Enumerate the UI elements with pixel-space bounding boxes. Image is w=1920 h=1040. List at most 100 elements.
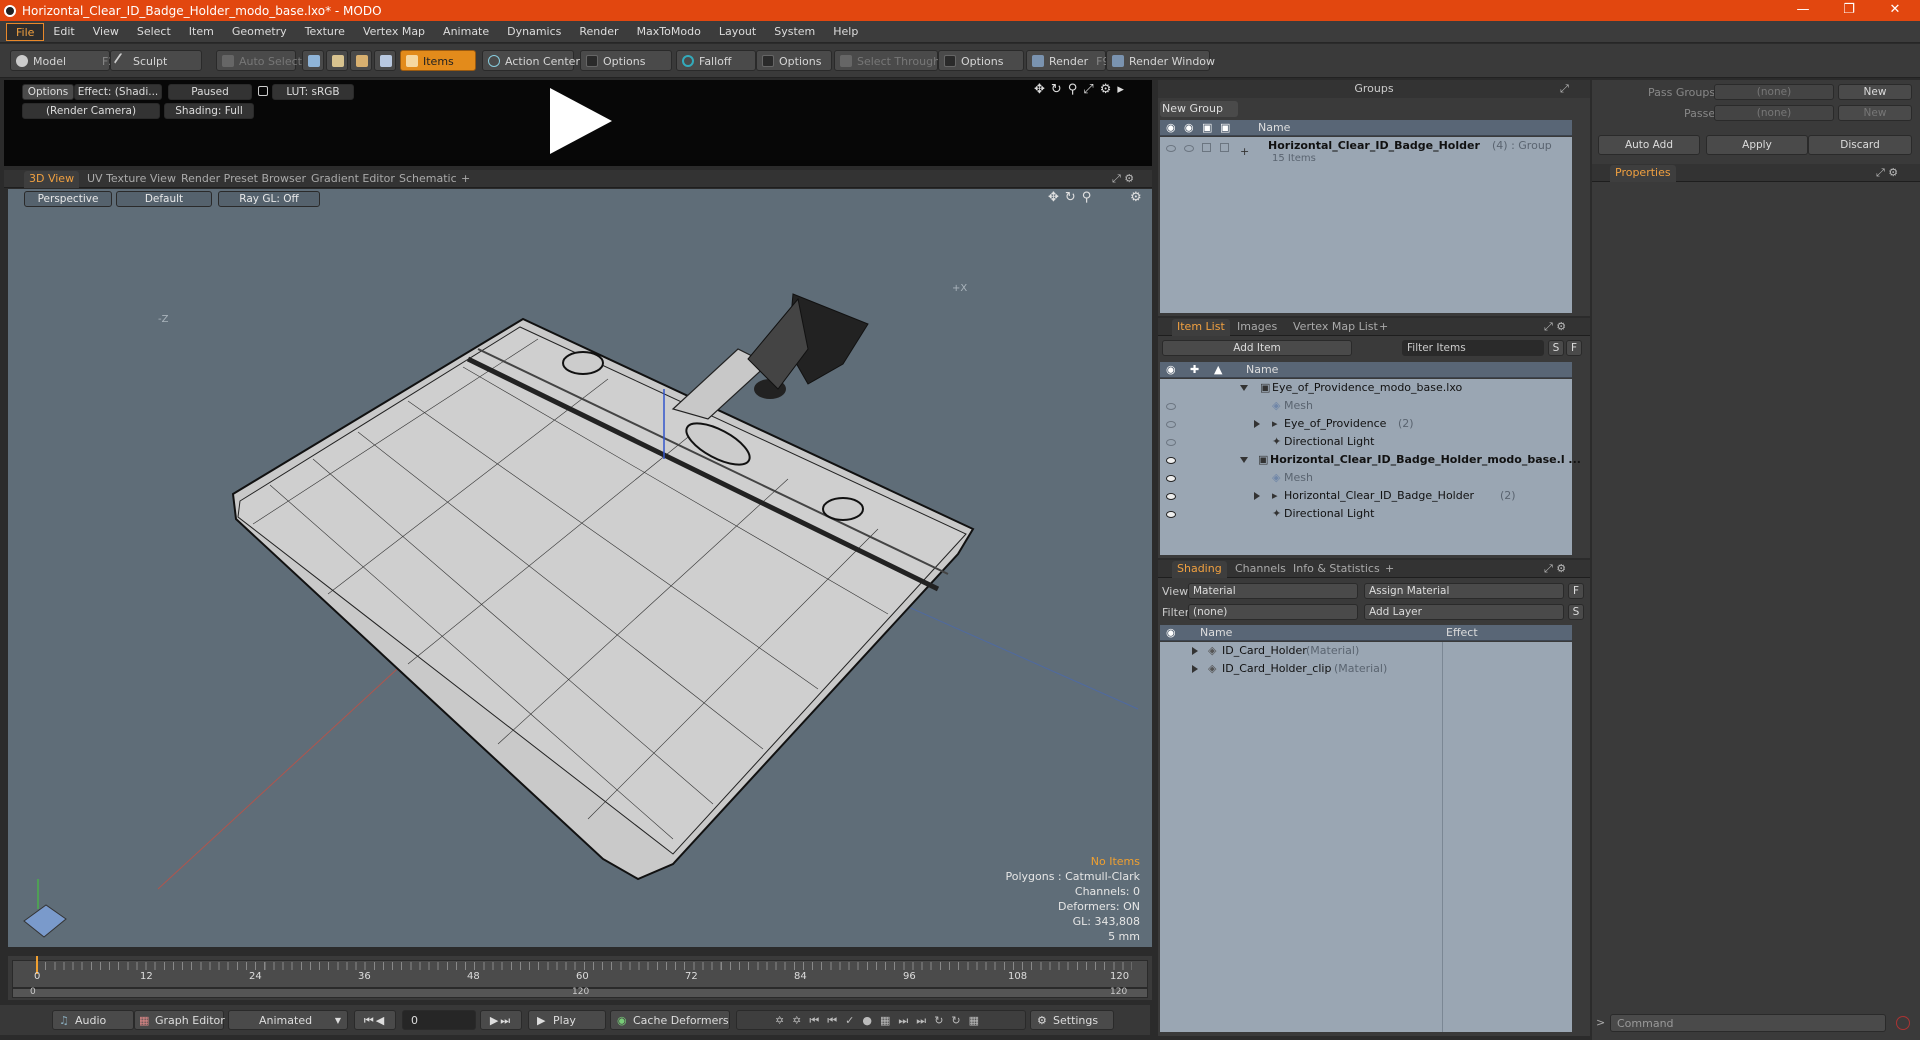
shading-dropdown[interactable]: Shading: Full — [164, 103, 254, 119]
menu-maxtomodo[interactable]: MaxToModo — [628, 23, 710, 41]
go-start-button[interactable]: ⏮◀ — [354, 1010, 396, 1030]
list-item[interactable]: ▣ Horizontal_Clear_ID_Badge_Holder_modo_… — [1160, 451, 1581, 469]
assign-material-button[interactable]: Assign Material — [1364, 583, 1564, 599]
select-vertices-button[interactable] — [302, 50, 324, 71]
visibility-eye-icon[interactable] — [1166, 457, 1176, 464]
discard-button[interactable]: Discard — [1808, 135, 1912, 155]
menu-geometry[interactable]: Geometry — [223, 23, 296, 41]
select-through-options-button[interactable]: Options — [938, 50, 1024, 71]
f-toggle-button[interactable]: F — [1566, 340, 1582, 356]
item-list-expand-icon[interactable]: ⤢ ⚙ — [1544, 320, 1566, 334]
shading-expand-icon[interactable]: ⤢ ⚙ — [1544, 562, 1566, 576]
add-tab-button[interactable]: + — [1374, 319, 1393, 336]
list-item[interactable]: ✦ Directional Light — [1160, 505, 1572, 523]
frame-input[interactable]: 0 — [402, 1010, 476, 1030]
visibility-eye-icon[interactable] — [1166, 511, 1176, 518]
render-window-button[interactable]: Render Window — [1106, 50, 1215, 71]
list-item[interactable]: ◈ Mesh — [1160, 397, 1572, 415]
play-icon[interactable] — [550, 88, 612, 154]
auto-select-button[interactable]: Auto Select — [216, 50, 302, 71]
render-camera-dropdown[interactable]: (Render Camera) — [22, 103, 160, 119]
menu-edit[interactable]: Edit — [44, 23, 83, 41]
new-pass-button[interactable]: New — [1838, 105, 1912, 121]
add-tab-button[interactable]: + — [1380, 561, 1399, 578]
group-row[interactable]: + Horizontal_Clear_ID_Badge_Holder (4) :… — [1160, 137, 1572, 167]
visibility-eye-icon[interactable] — [1166, 475, 1176, 482]
falloff-options-button[interactable]: Options — [756, 50, 832, 71]
tab-render-preset-browser[interactable]: Render Preset Browser — [176, 171, 311, 188]
list-item[interactable]: ▸ Eye_of_Providence (2) — [1160, 415, 1572, 433]
audio-button[interactable]: ♫ Audio — [52, 1010, 134, 1030]
action-center-options-button[interactable]: Options — [580, 50, 672, 71]
tab-vertex-map-list[interactable]: Vertex Map List — [1288, 319, 1383, 336]
timeline[interactable]: 0 12 24 36 48 60 72 84 96 108 120 0 120 … — [8, 956, 1152, 1000]
viewport-expand-icon[interactable]: ⤢ ⚙ — [1112, 172, 1134, 186]
tab-shading[interactable]: Shading — [1172, 561, 1227, 578]
render-eye-icon[interactable] — [1184, 145, 1194, 152]
tab-properties[interactable]: Properties — [1610, 165, 1676, 182]
action-center-button[interactable]: Action Center — [482, 50, 580, 71]
menu-file[interactable]: File — [6, 22, 45, 41]
s-toggle-button[interactable]: S — [1548, 340, 1564, 356]
visibility-eye-icon[interactable] — [1166, 493, 1176, 500]
tab-channels[interactable]: Channels — [1230, 561, 1291, 578]
items-button[interactable]: Items — [400, 50, 476, 71]
lut-dropdown[interactable]: LUT: sRGB — [272, 84, 354, 100]
tab-3d-view[interactable]: 3D View — [24, 171, 80, 188]
lock-box-icon[interactable] — [1202, 143, 1211, 152]
visibility-eye-icon[interactable] — [1166, 421, 1176, 428]
add-tab-button[interactable]: + — [456, 171, 475, 188]
pass-groups-dropdown[interactable]: (none) — [1714, 84, 1834, 100]
auto-add-button[interactable]: Auto Add — [1598, 135, 1700, 155]
render-button[interactable]: Render F9 — [1026, 50, 1110, 71]
play-button[interactable]: ▶ Play — [528, 1010, 606, 1030]
new-group-button[interactable]: New Group — [1160, 101, 1238, 117]
s-toggle-button[interactable]: S — [1568, 604, 1584, 620]
filter-dropdown[interactable]: (none) — [1188, 604, 1358, 620]
cache-deformers-button[interactable]: ◉ Cache Deformers — [610, 1010, 730, 1030]
view-dropdown[interactable]: Material — [1188, 583, 1358, 599]
menu-item[interactable]: Item — [180, 23, 223, 41]
menu-render[interactable]: Render — [570, 23, 627, 41]
restore-icon[interactable]: ❐ — [1826, 0, 1872, 21]
command-status-icon[interactable] — [1896, 1016, 1910, 1030]
menu-animate[interactable]: Animate — [434, 23, 498, 41]
menu-select[interactable]: Select — [128, 23, 180, 41]
menu-layout[interactable]: Layout — [710, 23, 765, 41]
keyframe-tools[interactable]: ✡✡⏮⏮✓●▦⏭⏭↻↻▦ — [736, 1010, 1026, 1030]
minimize-icon[interactable]: — — [1780, 0, 1826, 21]
preview-options-button[interactable]: Options — [22, 84, 74, 100]
groups-expand-icon[interactable]: ⤢ — [1560, 82, 1569, 96]
collapse-icon[interactable] — [1240, 385, 1248, 391]
tab-schematic[interactable]: Schematic — [394, 171, 462, 188]
select-through-button[interactable]: Select Through — [834, 50, 940, 71]
menu-system[interactable]: System — [765, 23, 824, 41]
add-layer-dropdown[interactable]: Add Layer — [1364, 604, 1564, 620]
menu-view[interactable]: View — [84, 23, 128, 41]
apply-button[interactable]: Apply — [1706, 135, 1808, 155]
preview-nav-icons[interactable]: ✥↻⚲⤢⚙▸ — [1034, 82, 1130, 97]
3d-viewport[interactable]: Perspective Default Ray GL: Off ✥↻⚲ ⚙ -Z… — [8, 189, 1152, 947]
expand-icon[interactable] — [1254, 420, 1260, 428]
settings-button[interactable]: ⚙ Settings — [1030, 1010, 1114, 1030]
preview-paused-button[interactable]: Paused — [168, 84, 252, 100]
menu-texture[interactable]: Texture — [296, 23, 354, 41]
material-row[interactable]: ◈ ID_Card_Holder (Material) — [1160, 642, 1572, 660]
properties-expand-icon[interactable]: ⤢ ⚙ — [1876, 166, 1898, 180]
command-input[interactable]: Command — [1610, 1014, 1886, 1032]
sculpt-button[interactable]: Sculpt — [110, 50, 202, 71]
tab-gradient-editor[interactable]: Gradient Editor — [306, 171, 400, 188]
list-item[interactable]: ▸ Horizontal_Clear_ID_Badge_Holder (2) — [1160, 487, 1572, 505]
model-button[interactable]: Model F2 — [10, 50, 115, 71]
graph-editor-button[interactable]: ▦ Graph Editor — [134, 1010, 225, 1030]
list-item[interactable]: ✦ Directional Light — [1160, 433, 1572, 451]
select-edges-button[interactable] — [326, 50, 348, 71]
go-end-button[interactable]: ▶⏭ — [480, 1010, 522, 1030]
add-item-dropdown[interactable]: Add Item — [1162, 340, 1352, 356]
falloff-button[interactable]: Falloff — [676, 50, 756, 71]
menu-vertex-map[interactable]: Vertex Map — [354, 23, 434, 41]
lock-icon[interactable] — [258, 86, 268, 96]
select-polygons-button[interactable] — [350, 50, 372, 71]
visibility-eye-icon[interactable] — [1166, 145, 1176, 152]
list-item[interactable]: ▣ Eye_of_Providence_modo_base.lxo — [1160, 379, 1572, 397]
